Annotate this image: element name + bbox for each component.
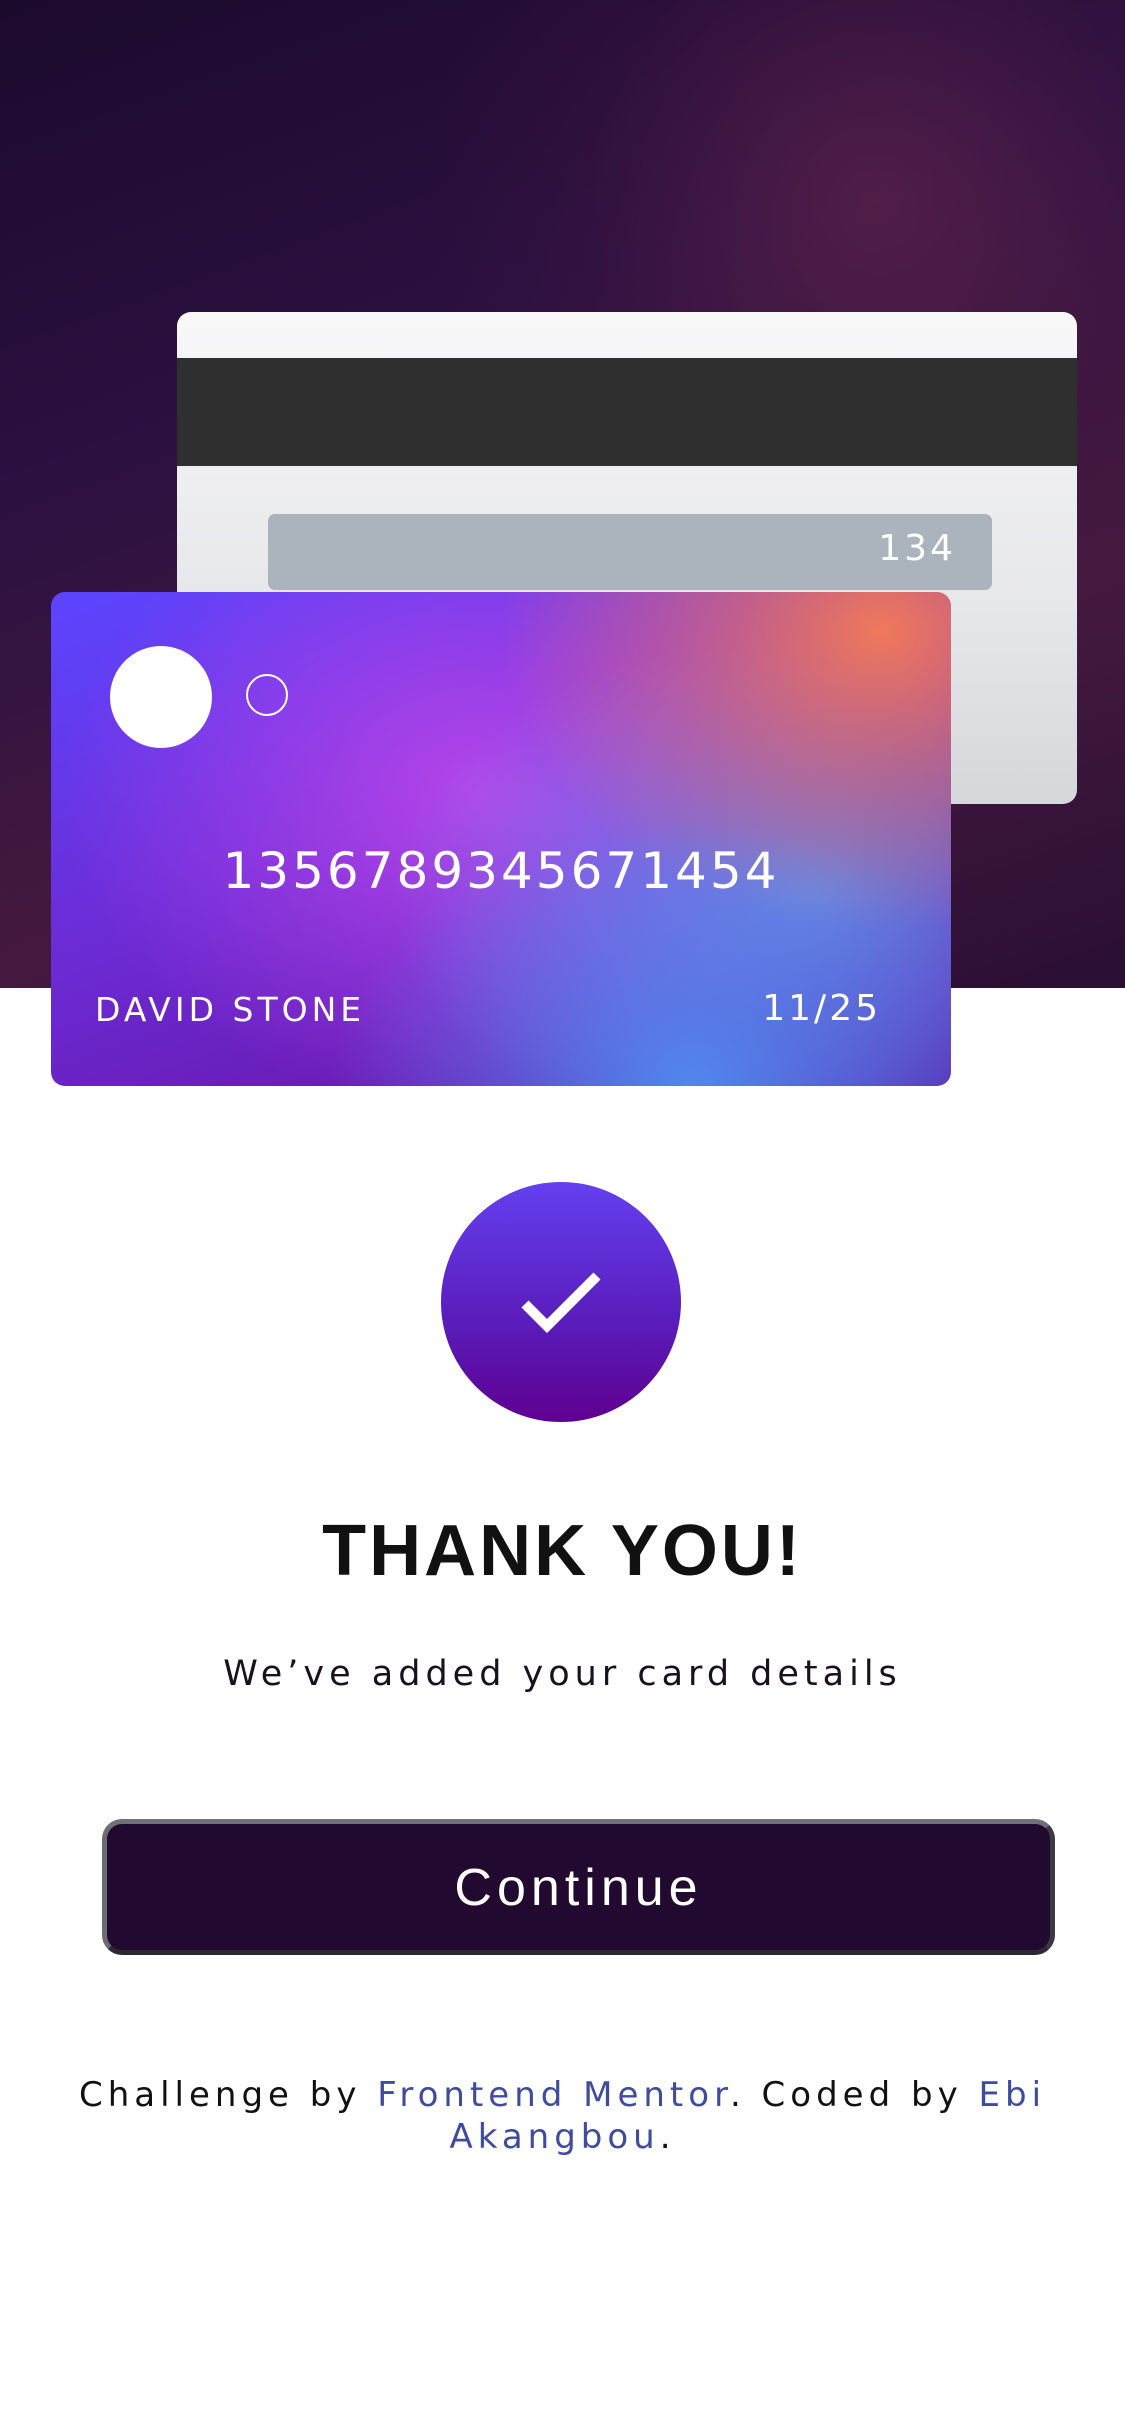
card-cvc: 134 [878,528,956,569]
attribution: Challenge by Frontend Mentor. Coded by E… [60,2074,1065,2158]
card-front: 1356789345671454 DAVID STONE 11/25 [51,592,951,1086]
card-details-complete-page: 134 1356789345671454 DAVID STONE 11/25 T… [0,0,1125,2436]
confirmation-message: We’ve added your card details [223,1654,902,1694]
success-badge [441,1182,681,1422]
page-title: THANK YOU! [322,1511,803,1591]
magnetic-stripe [177,358,1077,466]
signature-panel: 134 [268,514,992,590]
continue-button[interactable]: Continue [102,1819,1055,1955]
card-logo-circle-small [246,674,288,716]
cardholder-name: DAVID STONE [95,990,366,1029]
card-expiry: 11/25 [762,988,881,1029]
attribution-suffix: . [659,2117,676,2157]
attribution-coded-text: . Coded by [729,2075,979,2115]
check-icon [521,1272,601,1334]
frontend-mentor-link[interactable]: Frontend Mentor [377,2075,730,2115]
attribution-challenge-text: Challenge by [78,2075,378,2115]
card-logo-circle-large [110,646,212,748]
card-number: 1356789345671454 [222,842,780,900]
